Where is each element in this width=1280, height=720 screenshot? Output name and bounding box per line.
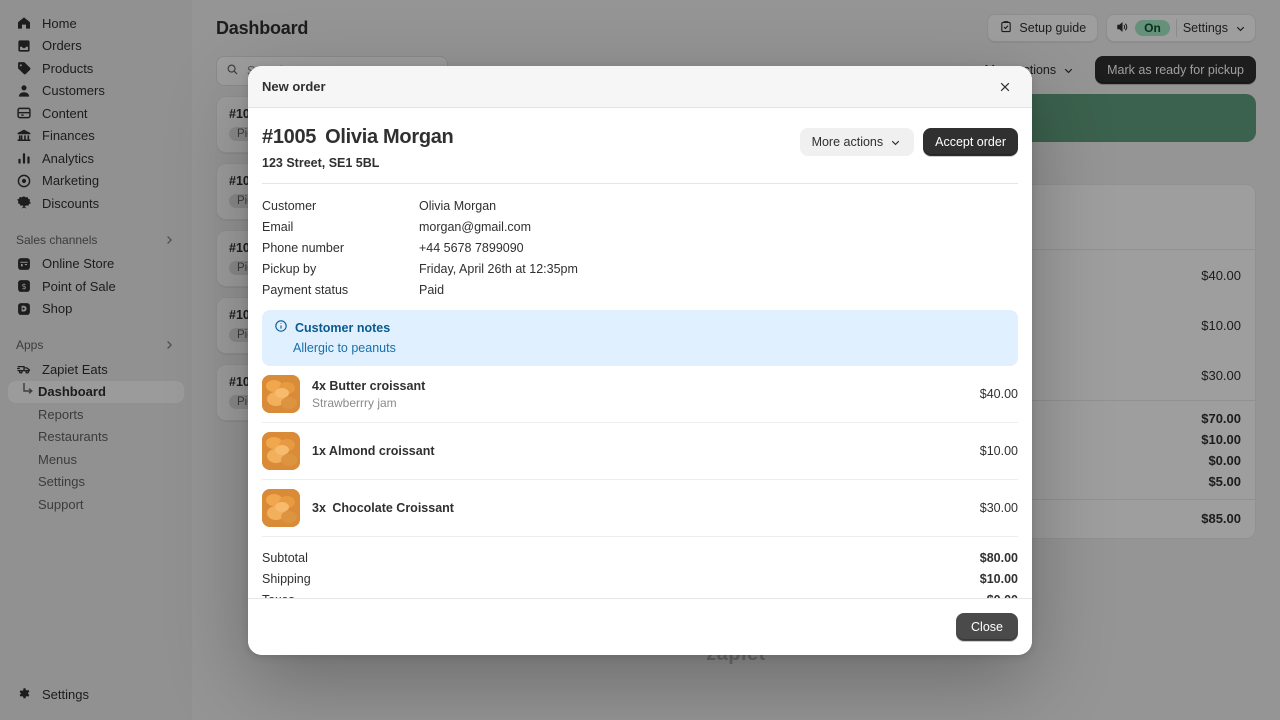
field-value: Olivia Morgan — [419, 198, 497, 213]
customer-notes-title: Customer notes — [295, 320, 391, 335]
field-row: Email morgan@gmail.com — [262, 216, 1018, 237]
field-value: morgan@gmail.com — [419, 219, 532, 234]
item-info: 1x Almond croissant — [312, 444, 968, 458]
item-qty: 4x — [312, 378, 326, 393]
croissant-image — [262, 432, 300, 470]
field-row: Pickup by Friday, April 26th at 12:35pm — [262, 258, 1018, 279]
croissant-image — [262, 489, 300, 527]
modal-header: New order — [248, 66, 1032, 108]
totals-section: Subtotal $80.00 Shipping $10.00 Taxes $0… — [262, 547, 1018, 599]
total-label: Shipping — [262, 571, 311, 586]
close-icon[interactable] — [992, 74, 1018, 100]
order-title: #1005 Olivia Morgan — [262, 126, 454, 149]
total-row: Taxes $0.00 — [262, 589, 1018, 599]
item-title: Butter croissant — [329, 378, 426, 393]
list-item: 1x Almond croissant $10.00 — [262, 423, 1018, 480]
order-header-actions: More actions Accept order — [799, 126, 1018, 156]
order-number: #1005 — [262, 126, 317, 148]
info-circle-icon — [274, 319, 288, 336]
total-row: Subtotal $80.00 — [262, 547, 1018, 568]
divider — [262, 183, 1018, 184]
item-price: $30.00 — [979, 501, 1018, 515]
item-title: Chocolate Croissant — [332, 501, 454, 515]
list-item: 3x Chocolate Croissant $30.00 — [262, 480, 1018, 537]
modal-title: New order — [262, 79, 326, 94]
more-actions-button[interactable]: More actions — [799, 128, 915, 156]
item-price: $40.00 — [979, 387, 1018, 401]
item-name: 3x Chocolate Croissant — [312, 501, 968, 515]
customer-name: Olivia Morgan — [325, 126, 454, 148]
total-value: $10.00 — [979, 571, 1018, 586]
total-value: $80.00 — [979, 550, 1018, 565]
item-qty: 3x — [312, 501, 326, 515]
field-key: Pickup by — [262, 261, 317, 276]
field-row: Customer Olivia Morgan — [262, 195, 1018, 216]
item-name: 1x Almond croissant — [312, 444, 968, 458]
field-key: Email — [262, 219, 294, 234]
order-header: #1005 Olivia Morgan 123 Street, SE1 5BL … — [262, 126, 1018, 170]
item-info: 3x Chocolate Croissant — [312, 501, 968, 515]
field-key: Customer — [262, 198, 317, 213]
new-order-modal: New order #1005 Olivia Morgan 123 Street… — [248, 66, 1032, 655]
customer-notes-banner: Customer notes Allergic to peanuts — [262, 310, 1018, 366]
field-value: Paid — [419, 282, 445, 297]
order-address: 123 Street, SE1 5BL — [262, 156, 380, 170]
item-price: $10.00 — [979, 444, 1018, 458]
accept-order-label: Accept order — [935, 135, 1006, 149]
item-title: Almond croissant — [328, 444, 435, 458]
item-name: 4x Butter croissant — [312, 379, 968, 393]
accept-order-button[interactable]: Accept order — [923, 128, 1018, 156]
customer-notes-text: Allergic to peanuts — [293, 341, 396, 355]
modal-body: #1005 Olivia Morgan 123 Street, SE1 5BL … — [248, 108, 1032, 598]
item-variant: Strawberrry jam — [312, 395, 397, 410]
close-button[interactable]: Close — [956, 613, 1018, 641]
order-fields: Customer Olivia Morgan Email morgan@gmai… — [262, 195, 1018, 300]
modal-footer: Close — [248, 598, 1032, 655]
item-info: 4x Butter croissant Strawberrry jam — [312, 379, 968, 410]
chevron-down-icon — [889, 136, 902, 149]
field-value: Friday, April 26th at 12:35pm — [419, 261, 578, 276]
field-row: Payment status Paid — [262, 279, 1018, 300]
more-actions-label: More actions — [811, 135, 884, 149]
total-label: Subtotal — [262, 550, 308, 565]
field-row: Phone number +44 5678 7899090 — [262, 237, 1018, 258]
field-key: Payment status — [262, 282, 349, 297]
item-qty: 1x — [312, 444, 326, 458]
customer-notes-header: Customer notes — [274, 319, 1006, 336]
field-value: +44 5678 7899090 — [419, 240, 524, 255]
line-items-list: 4x Butter croissant Strawberrry jam $40.… — [262, 366, 1018, 537]
croissant-image — [262, 375, 300, 413]
field-key: Phone number — [262, 240, 345, 255]
list-item: 4x Butter croissant Strawberrry jam $40.… — [262, 366, 1018, 423]
total-row: Shipping $10.00 — [262, 568, 1018, 589]
